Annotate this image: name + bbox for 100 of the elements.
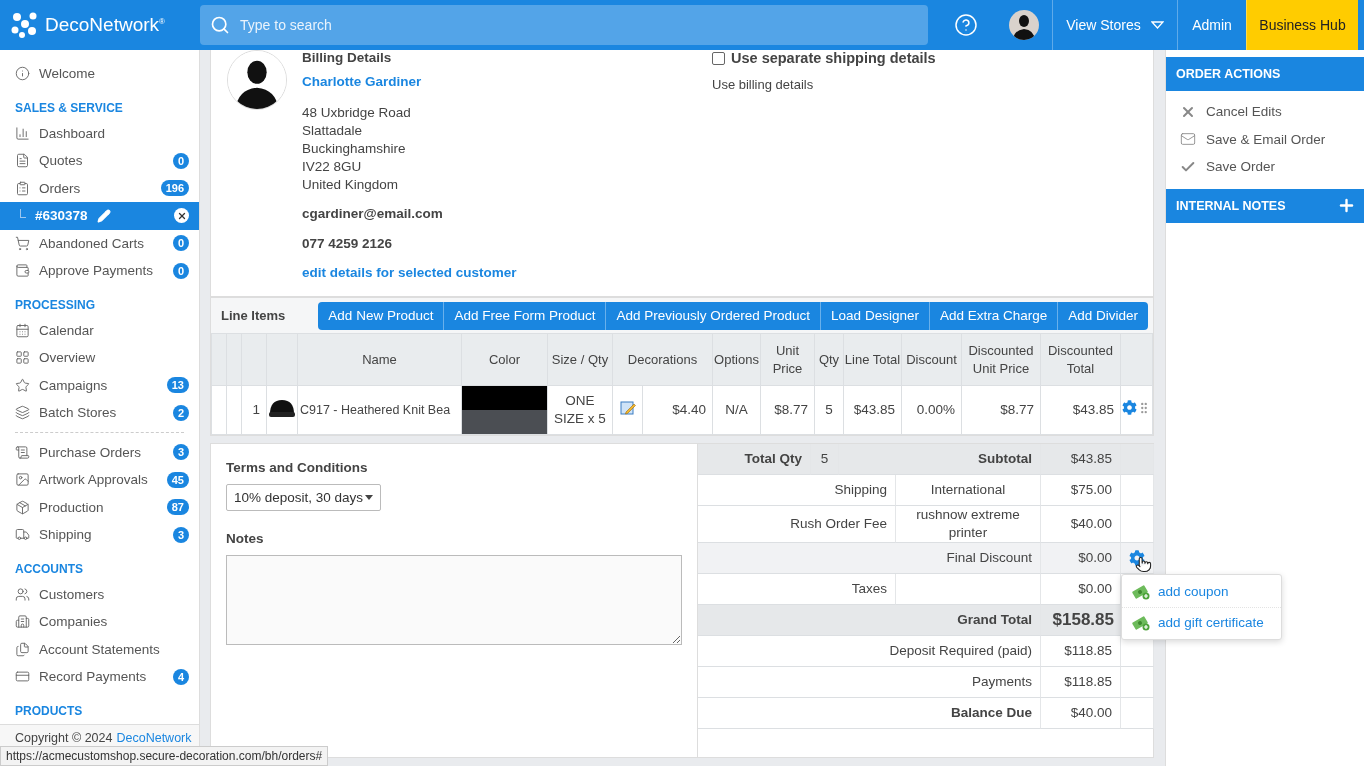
count-badge: 13	[166, 377, 189, 394]
nav-item[interactable]: Shipping 3	[0, 521, 199, 549]
column-header: Unit Price	[760, 333, 815, 386]
nav-item[interactable]: Account Statements	[0, 635, 199, 663]
checkbox-label: Use separate shipping details	[731, 50, 936, 66]
nav-item[interactable]: Record Payments 4	[0, 663, 199, 691]
address-line: Buckinghamshire	[302, 140, 407, 158]
count-badge: 2	[172, 404, 189, 421]
total-value[interactable]: $40.00	[1041, 506, 1121, 543]
add-button[interactable]: Add Free Form Product	[444, 301, 607, 330]
address-line: IV22 8GU	[302, 158, 363, 176]
count-badge: 3	[172, 444, 189, 461]
nav-item[interactable]: Welcome	[0, 60, 199, 88]
column-header: Size / Qty	[547, 333, 613, 386]
order-action[interactable]: Save & Email Order	[1166, 125, 1364, 153]
money-icon	[1132, 584, 1150, 600]
nav-item[interactable]: Approve Payments 0	[0, 257, 199, 285]
count-badge: 0	[172, 235, 189, 252]
users-icon	[15, 586, 30, 602]
nav-item[interactable]: Customers	[0, 580, 199, 608]
caret-icon	[365, 495, 373, 500]
nav-item[interactable]: Dashboard	[0, 119, 199, 147]
count-badge: 45	[166, 471, 189, 488]
address-line: United Kingdom	[302, 176, 400, 194]
cart-icon	[15, 235, 30, 251]
add-button[interactable]: Load Designer	[821, 301, 930, 330]
order-action[interactable]: Save Order	[1166, 153, 1364, 181]
nav-item[interactable]: Purchase Orders 3	[0, 438, 199, 466]
add-button[interactable]: Add Divider	[1058, 301, 1148, 330]
column-header: Options	[712, 333, 761, 386]
nav-item[interactable]: Campaigns 13	[0, 371, 199, 399]
terms-select[interactable]: 10% deposit, 30 days	[226, 484, 381, 511]
document-icon	[15, 153, 30, 169]
total-value: $118.85	[1041, 636, 1121, 667]
address-line: 48 Uxbridge Road	[302, 104, 412, 122]
hand-cursor-icon	[1135, 556, 1152, 573]
total-value[interactable]: $0.00	[1041, 574, 1121, 605]
nav-item[interactable]: Production 87	[0, 493, 199, 521]
wallet-icon	[15, 263, 30, 279]
total-label: Final Discount	[698, 543, 1041, 574]
column-header: Discount	[901, 333, 962, 386]
status-tooltip: https://acmecustomshop.secure-decoration.com/bh/orders#	[0, 746, 329, 766]
menu-item[interactable]: add gift certificate	[1122, 607, 1281, 637]
add-icon[interactable]	[1337, 196, 1356, 215]
nav-item[interactable]: Calendar	[0, 316, 199, 344]
star-icon	[15, 377, 30, 393]
layers-icon	[15, 405, 30, 421]
notes-field[interactable]	[226, 555, 682, 645]
caret-icon	[1150, 21, 1164, 29]
column-header: Color	[461, 333, 548, 386]
add-button[interactable]: Add New Product	[318, 301, 445, 330]
nav-item[interactable]: Artwork Approvals 45	[0, 466, 199, 494]
nav-item[interactable]: Companies	[0, 608, 199, 636]
table-cell: $8.77	[961, 385, 1041, 435]
panel-header: INTERNAL NOTES	[1176, 198, 1286, 213]
nav-item[interactable]: Quotes 0	[0, 147, 199, 175]
nav-item[interactable]: Batch Stores 2	[0, 399, 199, 427]
total-value[interactable]: $0.00	[1041, 543, 1121, 574]
menu-item[interactable]: add coupon	[1122, 577, 1281, 607]
nav-item[interactable]: Abandoned Carts 0	[0, 229, 199, 257]
nav-item[interactable]: #630378	[0, 202, 199, 230]
column-header: Discounted Unit Price	[961, 333, 1041, 386]
field-label: Notes	[226, 531, 265, 546]
avatar-icon[interactable]	[1009, 10, 1039, 40]
files-icon	[15, 641, 30, 657]
phone-text: 077 4259 2126	[302, 236, 394, 252]
truck-icon	[15, 527, 30, 543]
add-button[interactable]: Add Extra Charge	[929, 301, 1059, 330]
credit-card-icon	[15, 669, 30, 685]
tree-branch-icon	[20, 209, 26, 219]
info-icon	[15, 66, 30, 82]
total-label: Taxes	[698, 574, 896, 605]
section-heading: PROCESSING	[14, 296, 96, 314]
address-line: Slattadale	[302, 122, 364, 140]
table-cell: $43.85	[1040, 385, 1121, 435]
building-icon	[15, 614, 30, 630]
nav-item[interactable]: Orders 196	[0, 174, 199, 202]
total-value: $43.85	[1041, 444, 1121, 475]
email-text: cgardiner@email.com	[302, 206, 444, 222]
total-label: Deposit Required (paid)	[698, 636, 1041, 667]
close-icon[interactable]	[174, 208, 189, 224]
table-cell: $4.40	[642, 385, 713, 435]
help-icon[interactable]	[954, 13, 978, 37]
total-value: $118.85	[1041, 667, 1121, 698]
picture-edit-icon[interactable]	[619, 399, 636, 416]
company-link[interactable]: DecoNetwork	[116, 731, 192, 745]
customer-name-link[interactable]: Charlotte Gardiner	[302, 74, 422, 90]
nav-link[interactable]: Business Hub	[1246, 0, 1358, 50]
count-badge: 87	[166, 499, 189, 516]
add-button[interactable]: Add Previously Ordered Product	[606, 301, 822, 330]
order-action[interactable]: Cancel Edits	[1166, 98, 1364, 126]
table-cell: $43.85	[843, 385, 902, 435]
column-header: Name	[297, 333, 462, 386]
checkbox[interactable]	[712, 51, 725, 65]
total-value[interactable]: $75.00	[1041, 475, 1121, 506]
pencil-icon[interactable]	[96, 208, 111, 223]
logo-text: DecoNetwork$^{®}$	[45, 14, 165, 36]
table-cell: 0.00%	[901, 385, 962, 435]
nav-item[interactable]: Overview	[0, 344, 199, 372]
edit-details-link[interactable]: edit details for selected customer	[302, 265, 517, 281]
